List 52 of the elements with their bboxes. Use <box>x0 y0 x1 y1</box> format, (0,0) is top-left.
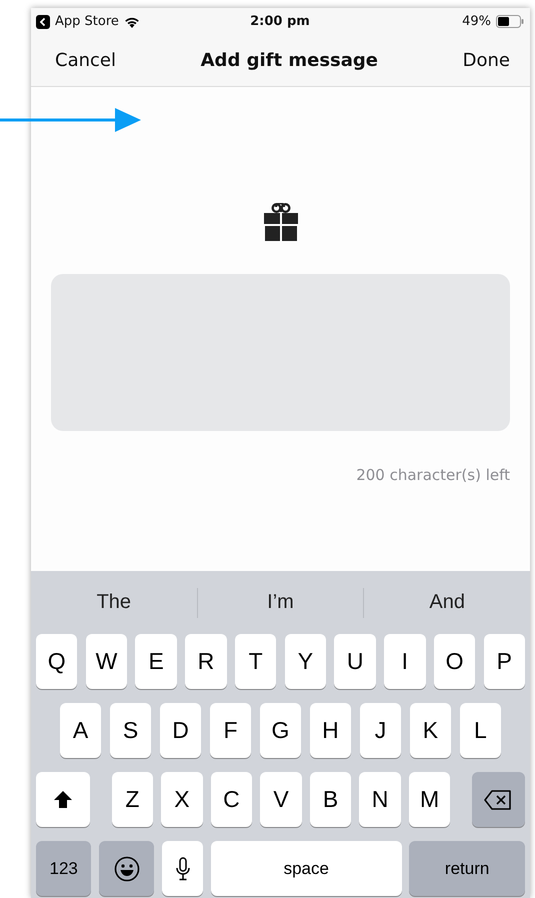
battery-icon <box>496 15 524 28</box>
letter-key[interactable]: A <box>60 703 102 758</box>
letter-key[interactable]: V <box>260 772 302 827</box>
letter-key[interactable]: E <box>135 634 177 689</box>
letter-key[interactable]: T <box>234 634 276 689</box>
time-label: 2:00 pm <box>250 14 310 29</box>
letter-key[interactable]: W <box>86 634 128 689</box>
back-icon <box>36 14 50 28</box>
letter-key[interactable]: X <box>161 772 203 827</box>
suggestion-item[interactable]: The <box>31 588 197 618</box>
numbers-key[interactable]: 123 <box>36 841 92 896</box>
letter-key[interactable]: Q <box>36 634 78 689</box>
letter-key[interactable]: B <box>310 772 352 827</box>
letter-key[interactable]: C <box>210 772 252 827</box>
letter-key[interactable]: P <box>484 634 526 689</box>
letter-key[interactable]: J <box>360 703 402 758</box>
return-key[interactable]: return <box>409 841 525 896</box>
emoji-icon <box>114 856 140 882</box>
letter-key[interactable]: D <box>160 703 202 758</box>
letter-key[interactable]: S <box>110 703 152 758</box>
microphone-icon <box>176 856 190 880</box>
letter-key[interactable]: M <box>409 772 450 827</box>
letter-key[interactable]: U <box>334 634 376 689</box>
cancel-button[interactable]: Cancel <box>55 50 116 71</box>
letter-key[interactable]: L <box>460 703 502 758</box>
back-app-label[interactable]: App Store <box>55 14 119 29</box>
arrow-icon <box>0 108 141 132</box>
done-button[interactable]: Done <box>462 50 510 71</box>
space-key[interactable]: space <box>210 841 402 896</box>
letter-key[interactable]: F <box>210 703 252 758</box>
gift-icon <box>264 203 298 241</box>
letter-key[interactable]: I <box>384 634 426 689</box>
delete-key[interactable] <box>472 772 525 827</box>
letter-key[interactable]: K <box>410 703 452 758</box>
emoji-key[interactable] <box>98 841 154 896</box>
page-title: Add gift message <box>200 50 378 71</box>
letter-key[interactable]: G <box>260 703 302 758</box>
letter-key[interactable]: N <box>359 772 401 827</box>
shift-key[interactable] <box>36 772 90 827</box>
mic-key[interactable] <box>162 841 204 896</box>
suggestion-item[interactable]: And <box>363 588 530 618</box>
wifi-icon <box>124 16 140 28</box>
letter-key[interactable]: H <box>310 703 352 758</box>
letter-key[interactable]: O <box>434 634 476 689</box>
character-counter: 200 character(s) left <box>356 466 510 484</box>
battery-label: 49% <box>462 14 491 29</box>
delete-icon <box>484 790 512 810</box>
letter-key[interactable]: Y <box>284 634 326 689</box>
letter-key[interactable]: R <box>185 634 227 689</box>
letter-key[interactable]: Z <box>112 772 153 827</box>
shift-icon <box>53 790 74 810</box>
suggestion-item[interactable]: I’m <box>196 588 364 618</box>
